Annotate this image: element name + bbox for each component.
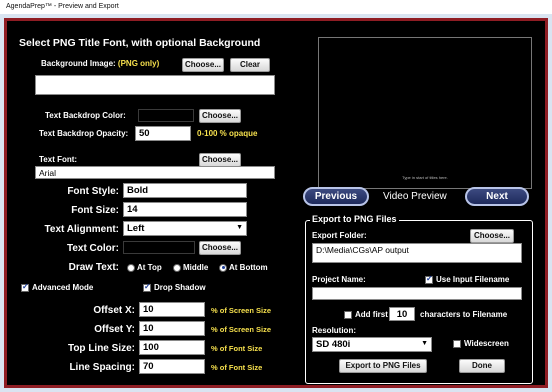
advanced-mode-checkbox[interactable]: Advanced Mode bbox=[21, 282, 93, 292]
font-size-input[interactable]: 14 bbox=[123, 202, 247, 217]
offset-y-unit: % of Screen Size bbox=[211, 325, 272, 334]
font-section-heading: Select PNG Title Font, with optional Bac… bbox=[19, 37, 261, 49]
text-font-label: Text Font: bbox=[39, 155, 78, 164]
background-choose-button[interactable]: Choose... bbox=[182, 58, 224, 72]
checkbox-icon bbox=[344, 310, 352, 319]
dialog-body: Select PNG Title Font, with optional Bac… bbox=[4, 18, 548, 388]
top-line-size-input[interactable]: 100 bbox=[139, 340, 205, 355]
previous-button[interactable]: Previous bbox=[303, 187, 369, 206]
export-folder-label: Export Folder: bbox=[312, 231, 367, 240]
offset-x-label: Offset X: bbox=[93, 305, 135, 316]
draw-text-radio-bottom[interactable]: At Bottom bbox=[219, 263, 268, 272]
line-spacing-input[interactable]: 70 bbox=[139, 359, 205, 374]
add-first-suffix: characters to Filename bbox=[420, 310, 508, 319]
draw-text-radio-top[interactable]: At Top bbox=[127, 263, 162, 272]
text-font-choose-button[interactable]: Choose... bbox=[199, 153, 241, 167]
text-alignment-select[interactable]: Left ▼ bbox=[123, 221, 247, 236]
checkbox-checked-icon bbox=[425, 274, 433, 284]
video-preview: Type in start of titles here. bbox=[318, 37, 532, 189]
backdrop-color-swatch[interactable] bbox=[138, 109, 194, 122]
line-spacing-unit: % of Font Size bbox=[211, 363, 263, 372]
text-font-field[interactable]: Arial bbox=[35, 166, 275, 179]
resolution-select[interactable]: SD 480i ▼ bbox=[312, 337, 432, 352]
backdrop-color-label: Text Backdrop Color: bbox=[45, 111, 126, 120]
video-preview-caption: Video Preview bbox=[383, 191, 447, 202]
text-color-choose-button[interactable]: Choose... bbox=[199, 241, 241, 255]
export-to-png-button[interactable]: Export to PNG Files bbox=[339, 359, 427, 373]
offset-y-label: Offset Y: bbox=[94, 324, 135, 335]
chevron-down-icon: ▼ bbox=[236, 224, 243, 231]
background-image-field[interactable] bbox=[35, 75, 275, 95]
export-group-title: Export to PNG Files bbox=[310, 214, 399, 224]
project-name-label: Project Name: bbox=[312, 275, 366, 284]
radio-icon bbox=[127, 263, 135, 272]
offset-x-unit: % of Screen Size bbox=[211, 306, 272, 315]
project-name-field[interactable] bbox=[312, 287, 522, 300]
next-button[interactable]: Next bbox=[465, 187, 529, 206]
backdrop-opacity-input[interactable]: 50 bbox=[135, 126, 191, 141]
add-first-checkbox[interactable]: Add first bbox=[344, 310, 388, 319]
backdrop-color-choose-button[interactable]: Choose... bbox=[199, 109, 241, 123]
font-size-label: Font Size: bbox=[71, 205, 119, 216]
export-folder-choose-button[interactable]: Choose... bbox=[470, 229, 514, 243]
line-spacing-label: Line Spacing: bbox=[69, 362, 135, 373]
window-title: AgendaPrep™ - Preview and Export bbox=[0, 0, 552, 14]
background-clear-button[interactable]: Clear bbox=[230, 58, 270, 72]
export-folder-field[interactable]: D:\Media\CGs\AP output bbox=[312, 243, 522, 263]
chevron-down-icon: ▼ bbox=[421, 340, 428, 347]
png-only-note: (PNG only) bbox=[117, 59, 160, 68]
preview-placeholder-text: Type in start of titles here. bbox=[402, 175, 448, 180]
background-image-label: Background Image: (PNG only) bbox=[41, 59, 160, 68]
radio-selected-icon bbox=[219, 263, 227, 272]
offset-x-input[interactable]: 10 bbox=[139, 302, 205, 317]
draw-text-radio-middle[interactable]: Middle bbox=[173, 263, 208, 272]
draw-text-label: Draw Text: bbox=[68, 262, 119, 273]
font-style-input[interactable]: Bold bbox=[123, 183, 247, 198]
resolution-label: Resolution: bbox=[312, 326, 356, 335]
checkbox-checked-icon bbox=[143, 282, 151, 292]
font-style-label: Font Style: bbox=[67, 186, 119, 197]
radio-icon bbox=[173, 263, 181, 272]
backdrop-opacity-hint: 0-100 % opaque bbox=[197, 129, 258, 138]
text-color-label: Text Color: bbox=[66, 243, 119, 254]
offset-y-input[interactable]: 10 bbox=[139, 321, 205, 336]
backdrop-opacity-label: Text Backdrop Opacity: bbox=[39, 129, 129, 138]
top-line-size-unit: % of Font Size bbox=[211, 344, 263, 353]
add-first-count-input[interactable]: 10 bbox=[389, 307, 415, 321]
done-button[interactable]: Done bbox=[459, 359, 505, 373]
text-color-swatch[interactable] bbox=[123, 241, 195, 254]
use-input-filename-checkbox[interactable]: Use Input Filename bbox=[425, 274, 509, 284]
checkbox-icon bbox=[453, 339, 461, 348]
checkbox-checked-icon bbox=[21, 282, 29, 292]
widescreen-checkbox[interactable]: Widescreen bbox=[453, 339, 509, 348]
drop-shadow-checkbox[interactable]: Drop Shadow bbox=[143, 282, 206, 292]
text-alignment-label: Text Alignment: bbox=[44, 224, 119, 235]
top-line-size-label: Top Line Size: bbox=[67, 343, 135, 354]
